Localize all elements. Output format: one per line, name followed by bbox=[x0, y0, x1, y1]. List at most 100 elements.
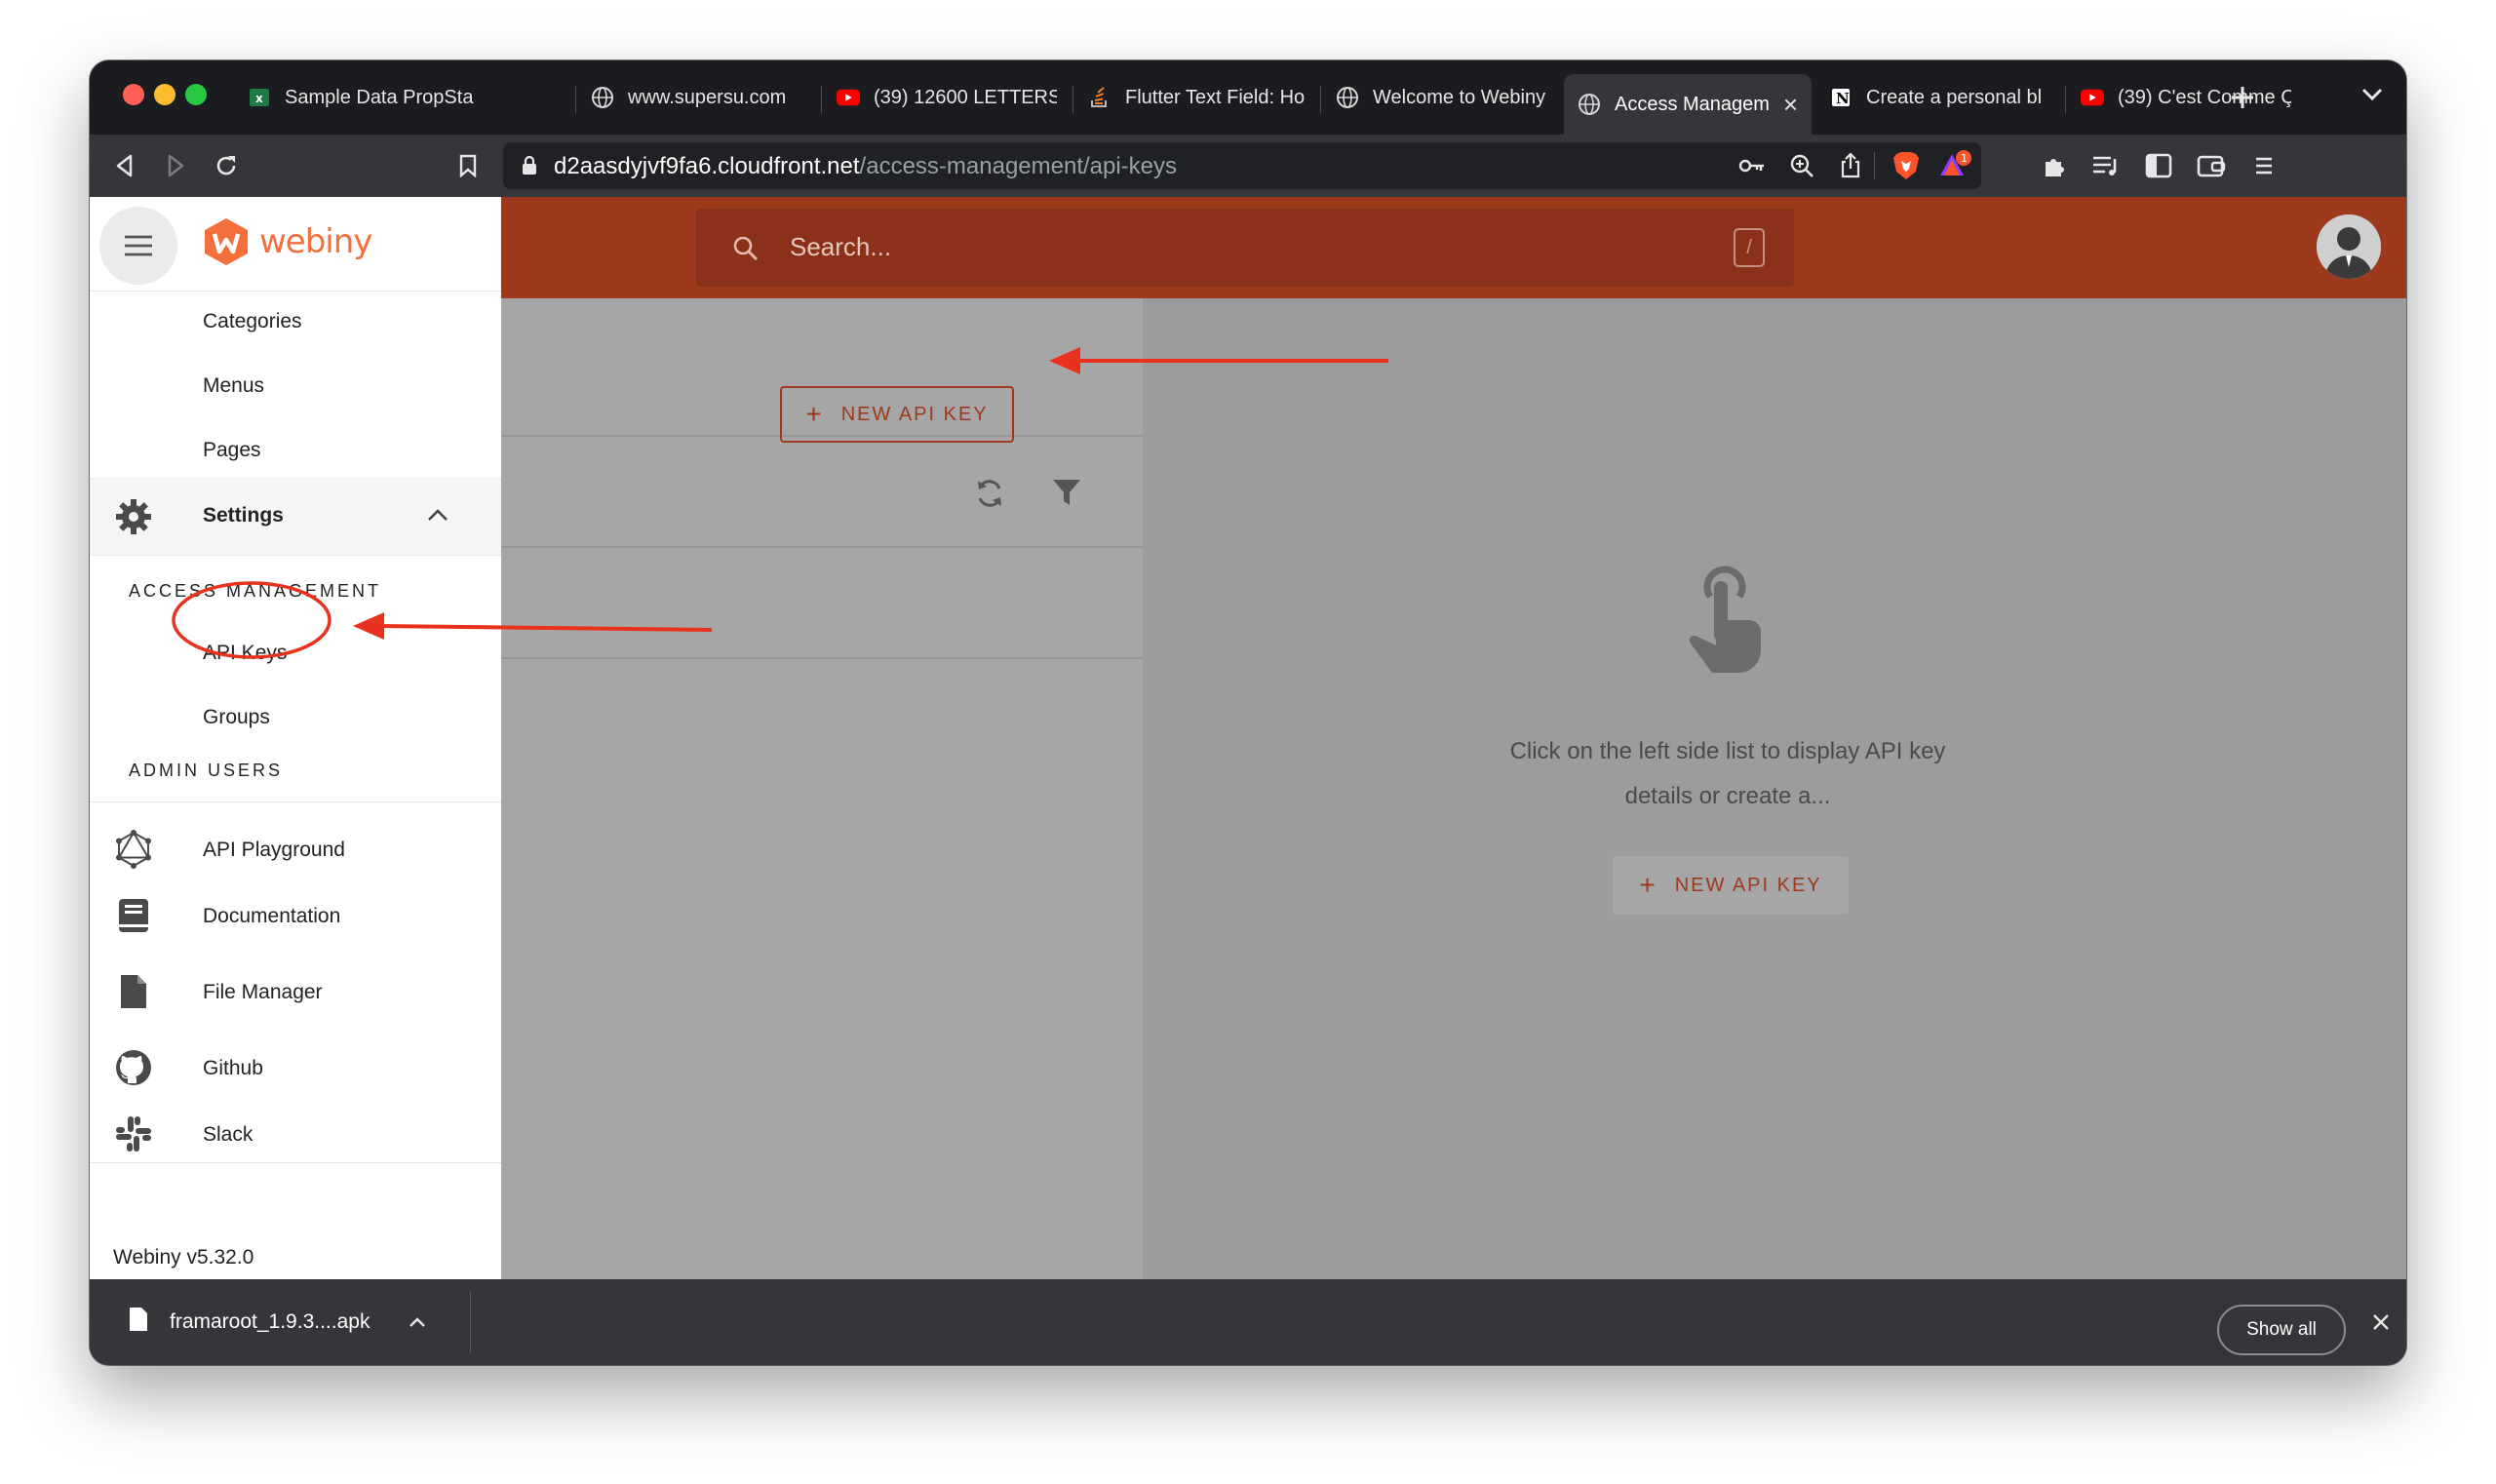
key-icon[interactable] bbox=[1737, 154, 1767, 182]
nav-item-api-playground[interactable]: API Playground bbox=[203, 839, 345, 862]
globe-icon bbox=[1578, 93, 1601, 116]
tab-search-chevron-down-icon[interactable] bbox=[2361, 88, 2383, 106]
sidebar-toggle-icon[interactable] bbox=[2143, 150, 2174, 181]
tab-separator bbox=[1072, 86, 1073, 113]
browser-window: x Sample Data PropSta www.supersu.com (3… bbox=[90, 60, 2406, 1365]
tab-welcome-webiny[interactable]: Welcome to Webiny bbox=[1322, 72, 1560, 123]
nav-item-settings[interactable]: Settings bbox=[90, 478, 501, 556]
close-icon[interactable] bbox=[2365, 1307, 2397, 1338]
download-file-name: framaroot_1.9.3....apk bbox=[170, 1310, 370, 1333]
new-api-key-button[interactable]: + NEW API KEY bbox=[780, 386, 1014, 443]
nav-item-groups[interactable]: Groups bbox=[203, 706, 270, 729]
chevron-up-icon[interactable] bbox=[409, 1310, 426, 1334]
brave-rewards-icon[interactable]: 1 bbox=[1938, 150, 1973, 186]
stackoverflow-icon bbox=[1088, 86, 1112, 109]
section-admin-users[interactable]: ADMIN USERS bbox=[129, 761, 283, 781]
user-avatar[interactable] bbox=[2317, 215, 2381, 279]
globe-icon bbox=[591, 86, 614, 109]
hamburger-icon bbox=[125, 235, 152, 256]
youtube-icon bbox=[2081, 86, 2104, 109]
tab-title: (39) C'est Comme Ç bbox=[2118, 86, 2291, 108]
lock-icon bbox=[521, 155, 538, 181]
gear-icon bbox=[115, 498, 152, 540]
drawer-divider bbox=[90, 1162, 501, 1163]
brave-badge-count: 1 bbox=[1961, 152, 1968, 165]
hamburger-menu-button[interactable] bbox=[99, 207, 177, 285]
tab-sample-data[interactable]: x Sample Data PropSta bbox=[234, 72, 573, 123]
tab-notion[interactable]: N Create a personal bl bbox=[1815, 72, 2063, 123]
tab-youtube-cest[interactable]: (39) C'est Comme Ç bbox=[2067, 72, 2305, 123]
plus-icon: + bbox=[1639, 870, 1658, 900]
settings-label: Settings bbox=[203, 504, 284, 527]
github-icon bbox=[113, 1047, 154, 1088]
nav-item-api-keys[interactable]: API Keys bbox=[203, 642, 287, 665]
webiny-logo-icon bbox=[205, 218, 248, 265]
refresh-icon[interactable] bbox=[973, 476, 1006, 516]
download-item[interactable]: framaroot_1.9.3....apk bbox=[129, 1307, 426, 1338]
tab-youtube-letters[interactable]: (39) 12600 LETTERS bbox=[823, 72, 1071, 123]
tab-flutter[interactable]: Flutter Text Field: Ho bbox=[1074, 72, 1318, 123]
webiny-logo-text: webiny bbox=[259, 222, 372, 261]
show-all-button[interactable]: Show all bbox=[2217, 1305, 2346, 1355]
zoom-icon[interactable] bbox=[1788, 152, 1815, 184]
bookmark-icon[interactable] bbox=[452, 150, 484, 181]
webiny-admin-page: Search... / + NEW API KEY Click on the l… bbox=[90, 197, 2406, 1279]
tab-access-management[interactable]: Access Managem × bbox=[1564, 74, 1812, 135]
playlist-icon[interactable] bbox=[2090, 150, 2122, 181]
drawer-header: webiny bbox=[90, 197, 501, 292]
touch-hand-icon bbox=[1677, 562, 1771, 677]
nav-item-slack[interactable]: Slack bbox=[203, 1123, 253, 1147]
reload-icon[interactable] bbox=[211, 150, 242, 181]
nav-item-pages[interactable]: Pages bbox=[203, 439, 261, 462]
tab-title: Access Managem bbox=[1615, 93, 1770, 115]
search-input[interactable]: Search... / bbox=[696, 209, 1794, 287]
url-path: /access-management/api-keys bbox=[859, 153, 1178, 179]
graphql-icon bbox=[113, 829, 154, 870]
nav-item-github[interactable]: Github bbox=[203, 1057, 263, 1080]
youtube-icon bbox=[837, 86, 860, 109]
address-divider bbox=[1874, 152, 1875, 179]
search-shortcut-key: / bbox=[1734, 228, 1765, 267]
address-bar[interactable]: d2aasdyjvf9fa6.cloudfront.net/access-man… bbox=[503, 142, 1981, 189]
tab-strip: x Sample Data PropSta www.supersu.com (3… bbox=[90, 60, 2406, 135]
nav-item-categories[interactable]: Categories bbox=[203, 310, 302, 333]
section-access-management: ACCESS MANAGEMENT bbox=[129, 581, 382, 601]
svg-text:N: N bbox=[1836, 90, 1850, 107]
forward-icon[interactable] bbox=[160, 150, 191, 181]
extensions-puzzle-icon[interactable] bbox=[2040, 150, 2071, 181]
plus-icon: + bbox=[805, 399, 824, 429]
tab-title: Flutter Text Field: Ho bbox=[1125, 86, 1305, 108]
webiny-logo[interactable]: webiny bbox=[203, 216, 372, 267]
globe-icon bbox=[1336, 86, 1359, 109]
tab-separator bbox=[821, 86, 822, 113]
file-icon bbox=[113, 971, 154, 1012]
list-divider bbox=[499, 657, 1143, 659]
nav-item-file-manager[interactable]: File Manager bbox=[203, 981, 323, 1004]
brave-shields-icon[interactable] bbox=[1892, 150, 1921, 186]
version-label: Webiny v5.32.0 bbox=[113, 1246, 254, 1269]
drawer-divider bbox=[90, 801, 501, 802]
tab-separator bbox=[575, 86, 576, 113]
share-icon[interactable] bbox=[1839, 152, 1862, 184]
tab-title: Sample Data PropSta bbox=[285, 86, 474, 108]
window-minimize-button[interactable] bbox=[154, 84, 176, 105]
detail-new-api-key-button[interactable]: + NEW API KEY bbox=[1613, 856, 1849, 915]
filter-icon[interactable] bbox=[1051, 478, 1082, 512]
tab-supersu[interactable]: www.supersu.com bbox=[577, 72, 819, 123]
back-icon[interactable] bbox=[109, 150, 140, 181]
tab-close-icon[interactable]: × bbox=[1783, 92, 1798, 117]
nav-item-documentation[interactable]: Documentation bbox=[203, 905, 340, 928]
window-maximize-button[interactable] bbox=[185, 84, 207, 105]
tab-separator bbox=[1320, 86, 1321, 113]
tab-title: Create a personal bl bbox=[1866, 86, 2043, 108]
detail-new-api-key-label: NEW API KEY bbox=[1674, 874, 1822, 896]
nav-item-menus[interactable]: Menus bbox=[203, 374, 264, 398]
wallet-icon[interactable] bbox=[2196, 150, 2227, 181]
url-text: d2aasdyjvf9fa6.cloudfront.net/access-man… bbox=[554, 153, 1177, 180]
notion-icon: N bbox=[1829, 86, 1852, 109]
new-tab-button[interactable] bbox=[2229, 74, 2256, 123]
excel-icon: x bbox=[248, 86, 271, 109]
browser-menu-icon[interactable] bbox=[2248, 150, 2280, 181]
slack-icon bbox=[113, 1113, 154, 1154]
window-close-button[interactable] bbox=[123, 84, 144, 105]
